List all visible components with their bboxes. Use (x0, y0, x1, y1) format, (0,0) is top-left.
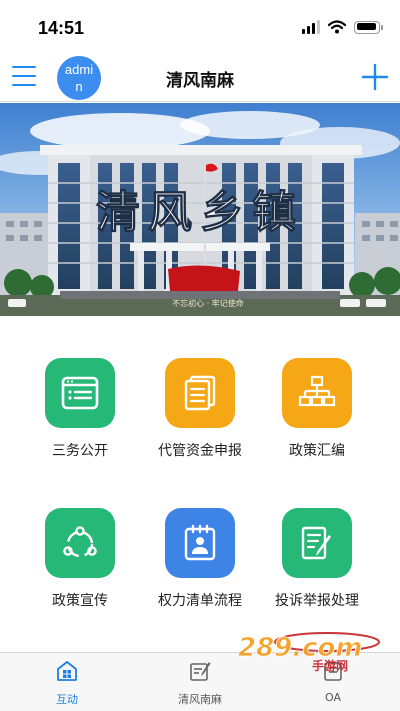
sign-pen-icon (190, 662, 211, 681)
status-icons (302, 20, 383, 34)
share-circle-icon (45, 508, 115, 578)
grid-item-label: 三务公开 (52, 443, 108, 459)
grid-item-label: 投诉举报处理 (275, 593, 359, 609)
battery-icon (354, 20, 383, 34)
grid-item-label: 权力清单流程 (158, 593, 242, 609)
grid-item-label: 政策汇编 (289, 443, 345, 459)
avatar[interactable]: admin (57, 56, 101, 100)
nav-bar: admin 清风南麻 (0, 52, 400, 102)
tab-hudong[interactable]: 互动 (12, 659, 122, 707)
tab-label: OA (325, 691, 341, 704)
org-chart-icon (282, 358, 352, 428)
grid-home-icon (57, 661, 77, 681)
grid-item-daiguan-zijin[interactable]: 代管资金申报 (135, 358, 265, 460)
tab-label: 互动 (56, 693, 78, 706)
wifi-icon (328, 20, 346, 34)
feature-grid: 三务公开 代管资金申报 政策汇编 政策宣传 权力清单流程 投诉举报处理 (0, 316, 400, 652)
documents-icon (165, 358, 235, 428)
banner-caption: 不忘初心 · 牢记使命 (172, 298, 244, 308)
calendar-person-icon (165, 508, 235, 578)
grid-item-tousu-jubao[interactable]: 投诉举报处理 (252, 508, 382, 610)
app-screen: 14:51 admin 清风南麻 清风乡镇 不忘初心 · 牢记使命 三务公开 代… (0, 0, 400, 711)
edit-note-icon (282, 508, 352, 578)
status-time: 14:51 (38, 18, 85, 38)
banner-image[interactable]: 清风乡镇 不忘初心 · 牢记使命 (0, 103, 400, 316)
add-button[interactable] (360, 62, 390, 92)
watermark-logo: 289.com 手游网 (238, 632, 380, 673)
grid-item-zhengce-huibian[interactable]: 政策汇编 (252, 358, 382, 460)
menu-button[interactable] (12, 66, 36, 86)
grid-item-sanwu-gongkai[interactable]: 三务公开 (15, 358, 145, 460)
cellular-signal-icon (302, 20, 320, 34)
grid-item-zhengce-xuanchuan[interactable]: 政策宣传 (15, 508, 145, 610)
grid-item-quanli-qingdan[interactable]: 权力清单流程 (135, 508, 265, 610)
tab-label: 清风南麻 (178, 693, 222, 706)
watermark-subtext: 手游网 (312, 658, 348, 673)
grid-item-label: 代管资金申报 (158, 443, 242, 459)
window-list-icon (45, 358, 115, 428)
status-bar: 14:51 (0, 0, 400, 52)
grid-item-label: 政策宣传 (52, 593, 108, 609)
banner-calligraphy: 清风乡镇 (96, 187, 304, 238)
